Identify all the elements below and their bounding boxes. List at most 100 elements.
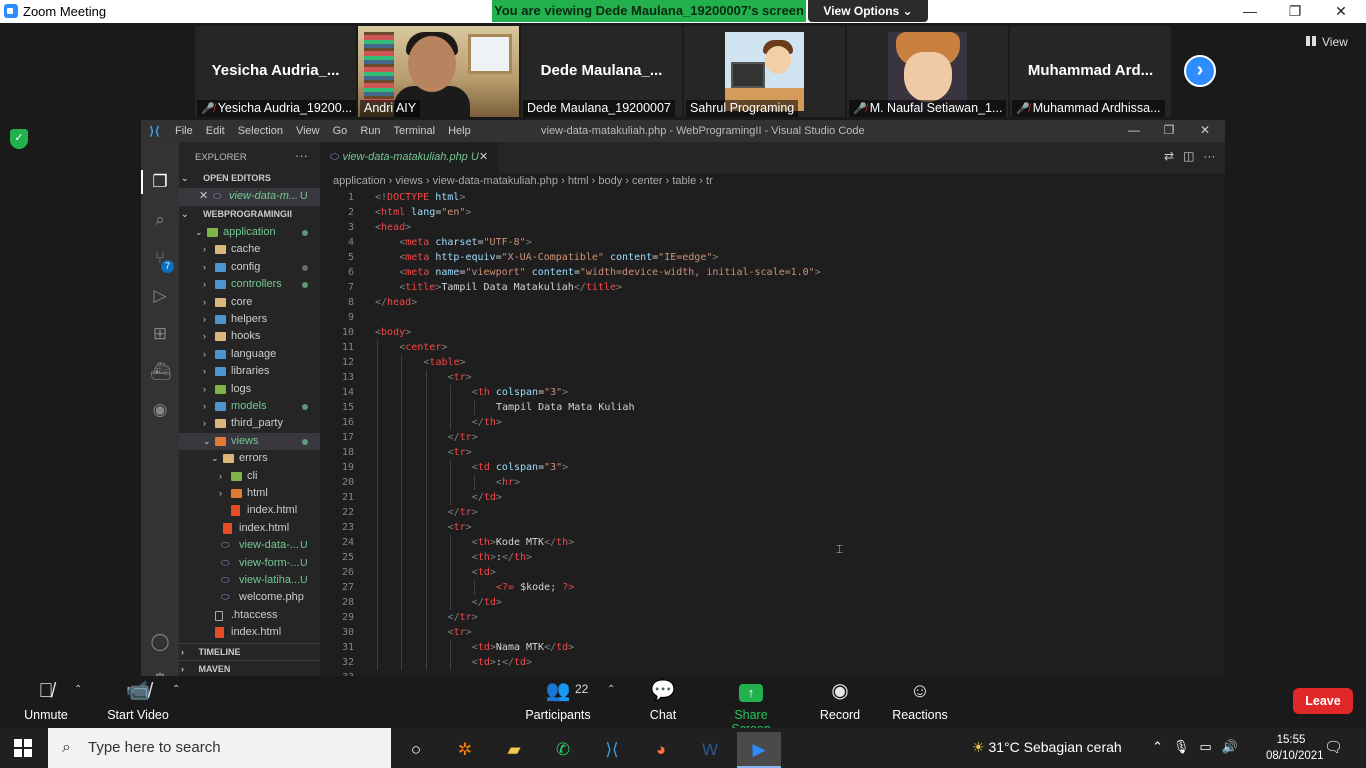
maven-section[interactable]: › MAVEN [179,660,320,676]
menu-item-go[interactable]: Go [333,125,348,137]
taskbar-clock[interactable]: 15:55 08/10/2021 [1266,732,1324,764]
taskbar-search-box[interactable]: ⌕ Type here to search [48,728,391,768]
tree-item[interactable]: › cache [179,241,320,259]
start-video-button[interactable]: 📹̸ Start Video [106,676,170,722]
chat-button[interactable]: 💬 Chat [643,676,683,722]
breadcrumb-item[interactable]: body [598,175,622,187]
breadcrumb-item[interactable]: application [333,175,386,187]
more-actions-icon[interactable]: ··· [295,148,308,163]
run-debug-icon[interactable]: ▷ [150,286,170,306]
menu-item-file[interactable]: File [175,125,193,137]
breadcrumb-item[interactable]: tr [706,175,713,187]
menu-item-view[interactable]: View [296,125,320,137]
word-icon[interactable]: W [688,732,732,768]
participant-tile[interactable]: Muhammad Ard... 🎤̸ Muhammad Ardhissa... [1010,26,1171,117]
share-screen-button[interactable]: ↑ Share Screen [713,676,789,736]
tree-item[interactable]: index.html [179,502,320,520]
tree-item[interactable]: ⬭ view-data-... U [179,537,320,555]
open-editor-item[interactable]: ✕ ⬭ view-data-m... U [179,188,320,206]
restore-icon[interactable]: ❐ [1275,1,1315,21]
more-actions-icon[interactable]: ··· [1203,149,1215,163]
security-shield-icon[interactable]: ✓ [10,129,28,149]
menu-item-run[interactable]: Run [360,125,380,137]
tree-item[interactable]: › hooks [179,328,320,346]
tree-item[interactable]: › models [179,398,320,416]
json-icon[interactable]: ◉ [150,400,170,420]
participant-tile[interactable]: Dede Maulana_... Dede Maulana_19200007 [521,26,682,117]
breadcrumb-item[interactable]: table [672,175,696,187]
tab-view-data-matakuliah[interactable]: ⬭ view-data-matakuliah.php U ✕ [320,142,498,173]
tree-item[interactable]: index.html [179,520,320,538]
tree-item[interactable]: › core [179,294,320,312]
tree-item[interactable]: › libraries [179,363,320,381]
zoom-taskbar-icon[interactable]: ▶ [737,732,781,768]
participant-tile[interactable]: Sahrul Programing [684,26,845,117]
close-editor-icon[interactable]: ✕ [199,188,208,206]
windows-start-icon[interactable] [14,739,32,757]
close-icon[interactable]: ✕ [1191,123,1219,137]
close-tab-icon[interactable]: ✕ [479,142,488,173]
tree-item[interactable]: ⌄ errors [179,450,320,468]
docker-icon[interactable]: ⛴ [150,362,172,382]
file-explorer-icon[interactable]: ▰ [492,732,536,768]
tree-item[interactable]: › third_party [179,415,320,433]
vscode-taskbar-icon[interactable]: ⟩⟨ [590,732,634,768]
task-view-icon[interactable]: ○ [394,732,438,768]
tree-item[interactable]: .htaccess [179,607,320,625]
tree-item[interactable]: ⌄ application [179,224,320,242]
code-editor[interactable]: 1 2 3 4 5 6 7 8 9 10 11 12 13 14 15 16 17 18 19 20 21 22 23 24 2… [320,190,1225,676]
audio-options-caret-icon[interactable]: ⌃ [74,684,82,695]
open-changes-icon[interactable]: ⇄ [1164,149,1174,163]
leave-button[interactable]: Leave [1293,688,1353,714]
breadcrumb-item[interactable]: view-data-matakuliah.php [433,175,558,187]
tree-item[interactable]: ⬭ welcome.php [179,589,320,607]
participant-tile[interactable]: Yesicha Audria_... 🎤̸ Yesicha Audria_1920… [195,26,356,117]
close-icon[interactable]: ✕ [1321,1,1361,21]
reactions-button[interactable]: ☺ Reactions [892,676,948,722]
tree-item[interactable]: › logs [179,381,320,399]
explorer-icon[interactable]: ❐ [150,172,170,192]
minimize-icon[interactable]: — [1120,123,1148,137]
battery-icon[interactable]: ▭ [1199,739,1211,754]
breadcrumb-item[interactable]: views [395,175,423,187]
search-icon[interactable]: ⌕ [150,210,170,230]
participant-tile[interactable]: 🎤̸ M. Naufal Setiawan_1... [847,26,1008,117]
tree-item[interactable]: ⌄ views [179,432,320,451]
tree-item[interactable]: › cli [179,468,320,486]
tree-item[interactable]: › helpers [179,311,320,329]
menu-item-edit[interactable]: Edit [206,125,225,137]
tree-item[interactable]: ⬭ view-latiha... U [179,572,320,590]
view-options-button[interactable]: View Options ⌄ [808,0,928,22]
record-button[interactable]: ◉ Record [818,676,862,722]
account-icon[interactable]: ◯ [150,632,170,652]
breadcrumb-item[interactable]: center [632,175,663,187]
split-editor-icon[interactable]: ◫ [1183,149,1194,163]
tree-item[interactable]: ⬭ view-form-... U [179,555,320,573]
xampp-icon[interactable]: ✲ [443,732,487,768]
view-layout-button[interactable]: View [1306,35,1348,49]
weather-widget[interactable]: ☀ 31°C Sebagian cerah [972,739,1122,756]
tree-item[interactable]: › html [179,485,320,503]
notifications-icon[interactable]: 🗨 [1324,738,1343,756]
next-participants-button[interactable]: › [1184,55,1216,87]
tree-item[interactable]: › controllers [179,276,320,294]
restore-icon[interactable]: ❐ [1155,123,1183,137]
extensions-icon[interactable]: ⊞ [150,324,170,344]
video-options-caret-icon[interactable]: ⌃ [172,684,180,695]
minimize-icon[interactable]: — [1230,1,1270,21]
firefox-icon[interactable]: ◕ [639,732,683,768]
tree-item[interactable]: › language [179,346,320,364]
open-editors-section[interactable]: ⌄ OPEN EDITORS [179,170,320,187]
menu-item-selection[interactable]: Selection [238,125,283,137]
participant-tile-video[interactable]: Andri AIY [358,26,519,117]
whatsapp-icon[interactable]: ✆ [541,732,585,768]
participants-options-caret-icon[interactable]: ⌃ [607,684,615,695]
volume-icon[interactable]: 🔊 [1222,739,1238,754]
menu-item-help[interactable]: Help [448,125,471,137]
unmute-button[interactable]: 🎙̸ Unmute [20,676,72,722]
tray-overflow-icon[interactable]: ⌃ [1152,739,1163,754]
microphone-icon[interactable]: 🎙 [1173,739,1190,754]
tree-item[interactable]: index.html [179,624,320,642]
tree-item[interactable]: › config [179,259,320,277]
breadcrumb-item[interactable]: html [568,175,589,187]
